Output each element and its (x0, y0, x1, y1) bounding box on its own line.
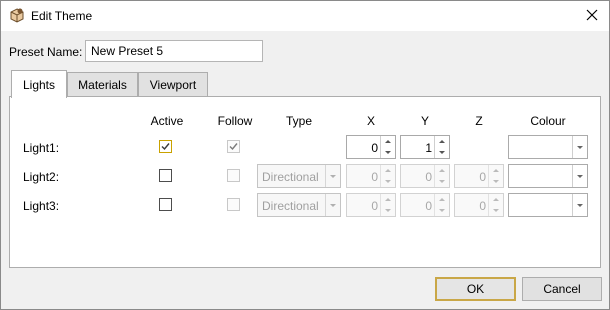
spin-down-icon[interactable] (489, 205, 503, 216)
dropdown-arrow-icon[interactable] (325, 194, 340, 216)
column-header-z: Z (475, 114, 483, 128)
spin-down-icon[interactable] (435, 176, 449, 187)
column-header-x: X (366, 114, 375, 128)
light3-z-spinner[interactable]: 0 (454, 193, 504, 217)
combo-value: Directional (262, 199, 319, 213)
preset-name-input[interactable] (85, 40, 263, 62)
dropdown-arrow-icon[interactable] (572, 194, 587, 216)
dropdown-arrow-icon[interactable] (572, 165, 587, 187)
light2-type-combo[interactable]: Directional (257, 164, 341, 188)
light2-x-spinner[interactable]: 0 (346, 164, 396, 188)
light1-label: Light1: (23, 141, 60, 155)
spin-up-icon[interactable] (489, 194, 503, 205)
ok-button[interactable]: OK (435, 277, 516, 301)
theme-app-icon (8, 7, 26, 25)
spin-down-icon[interactable] (381, 176, 395, 187)
spin-up-icon[interactable] (435, 136, 449, 147)
spin-up-icon[interactable] (381, 194, 395, 205)
light3-colour-combo[interactable] (508, 193, 588, 217)
spin-up-icon[interactable] (489, 165, 503, 176)
light2-label: Light2: (23, 170, 60, 184)
cancel-button-label: Cancel (543, 282, 581, 296)
preset-name-label: Preset Name: (9, 45, 83, 59)
spin-down-icon[interactable] (435, 205, 449, 216)
light2-z-spinner[interactable]: 0 (454, 164, 504, 188)
light3-follow-checkbox[interactable] (227, 198, 240, 211)
spin-down-icon[interactable] (381, 205, 395, 216)
combo-value: Directional (262, 170, 319, 184)
column-header-y: Y (420, 114, 429, 128)
light1-colour-combo[interactable] (508, 135, 588, 159)
spin-up-icon[interactable] (435, 194, 449, 205)
tab-viewport[interactable]: Viewport (138, 72, 208, 96)
light3-y-spinner[interactable]: 0 (400, 193, 450, 217)
tab-materials[interactable]: Materials (67, 72, 138, 96)
light1-active-checkbox[interactable] (159, 140, 172, 153)
title-bar[interactable]: Edit Theme (1, 1, 609, 31)
light2-colour-combo[interactable] (508, 164, 588, 188)
column-header-colour: Colour (530, 114, 566, 128)
light2-active-checkbox[interactable] (159, 169, 172, 182)
tab-label: Viewport (149, 77, 197, 92)
tab-label: Materials (78, 77, 127, 92)
light2-y-spinner[interactable]: 0 (400, 164, 450, 188)
spin-down-icon[interactable] (381, 147, 395, 158)
column-header-type: Type (285, 114, 312, 128)
spin-up-icon[interactable] (435, 165, 449, 176)
spinner-value: 0 (425, 170, 432, 184)
light3-active-checkbox[interactable] (159, 198, 172, 211)
column-header-active: Active (150, 114, 184, 128)
light2-follow-checkbox[interactable] (227, 169, 240, 182)
spinner-value: 0 (479, 170, 486, 184)
light1-x-spinner[interactable]: 0 (346, 135, 396, 159)
spin-down-icon[interactable] (489, 176, 503, 187)
spinner-value: 0 (371, 170, 378, 184)
spinner-value: 0 (425, 199, 432, 213)
dropdown-arrow-icon[interactable] (572, 136, 587, 158)
light3-type-combo[interactable]: Directional (257, 193, 341, 217)
window-title: Edit Theme (31, 9, 93, 23)
dropdown-arrow-icon[interactable] (325, 165, 340, 187)
light3-label: Light3: (23, 199, 60, 213)
column-header-follow: Follow (217, 114, 253, 128)
close-button[interactable] (575, 1, 609, 31)
spinner-value: 1 (425, 141, 432, 155)
light1-y-spinner[interactable]: 1 (400, 135, 450, 159)
tab-lights[interactable]: Lights (11, 70, 67, 98)
spin-up-icon[interactable] (381, 136, 395, 147)
light1-follow-checkbox[interactable] (227, 140, 240, 153)
spinner-value: 0 (371, 141, 378, 155)
cancel-button[interactable]: Cancel (522, 277, 602, 301)
spin-up-icon[interactable] (381, 165, 395, 176)
light3-x-spinner[interactable]: 0 (346, 193, 396, 217)
tab-label: Lights (22, 77, 56, 92)
spinner-value: 0 (479, 199, 486, 213)
spinner-value: 0 (371, 199, 378, 213)
edit-theme-dialog: Edit Theme Preset Name: Lights Materials… (0, 0, 610, 310)
close-icon (586, 9, 598, 24)
spin-down-icon[interactable] (435, 147, 449, 158)
ok-button-label: OK (466, 282, 485, 296)
